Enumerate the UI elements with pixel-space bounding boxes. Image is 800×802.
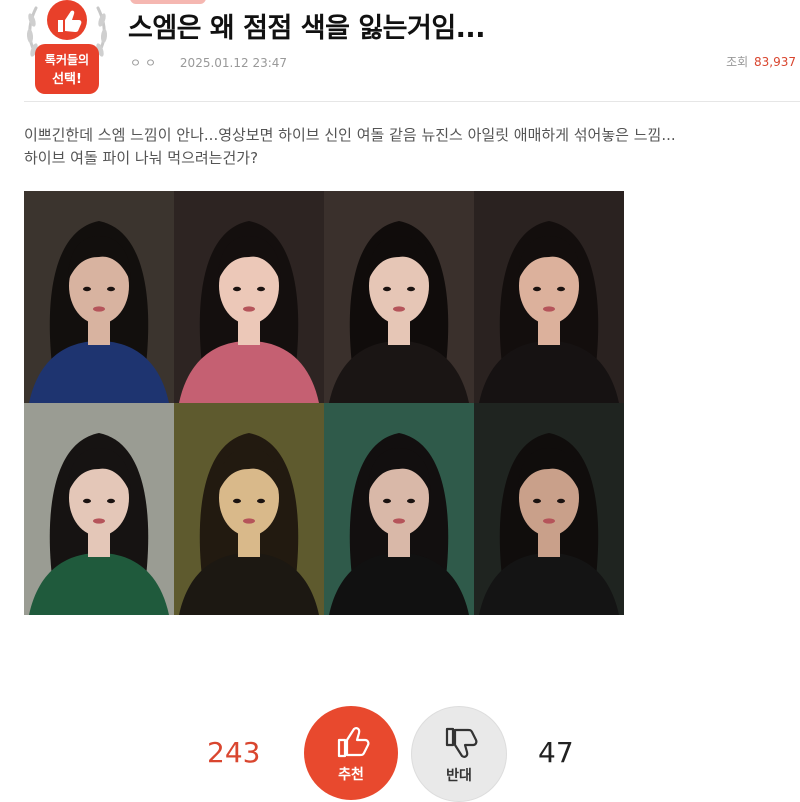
upvote-count: 243 [207, 736, 261, 769]
photo-5[interactable] [24, 403, 174, 615]
post-body-line-2: 하이브 여돌 파이 나눠 먹으려는건가? [24, 149, 259, 167]
post-views: 조회 83,937 [726, 53, 796, 70]
downvote-count: 47 [538, 736, 574, 769]
views-label: 조회 [726, 55, 749, 69]
upvote-button[interactable]: 추천 [304, 706, 398, 800]
photo-4[interactable] [474, 191, 624, 403]
upvote-label: 추천 [338, 767, 364, 783]
photo-3[interactable] [324, 191, 474, 403]
downvote-button[interactable]: 반대 [411, 706, 507, 802]
photo-collage[interactable] [24, 191, 624, 615]
talkers-choice-badge: 톡커들의 선택! [22, 0, 112, 98]
downvote-label: 반대 [446, 768, 472, 784]
photo-1[interactable] [24, 191, 174, 403]
views-count: 83,937 [754, 55, 796, 69]
post-author[interactable]: ㅇㅇ [130, 56, 160, 70]
post-meta: ㅇㅇ 2025.01.12 23:47 [130, 54, 287, 71]
header-accent-strip [130, 0, 206, 4]
post-body: 이쁘긴한데 스엠 느낌이 안나...영상보면 하이브 신인 여돌 같음 뉴진스 … [24, 124, 800, 170]
post-body-line-1: 이쁘긴한데 스엠 느낌이 안나...영상보면 하이브 신인 여돌 같음 뉴진스 … [24, 126, 676, 144]
photo-2[interactable] [174, 191, 324, 403]
badge-line1: 톡커들의 [45, 52, 89, 67]
header-divider [24, 101, 800, 102]
photo-8[interactable] [474, 403, 624, 615]
badge-line2: 선택! [52, 71, 82, 87]
thumbs-up-icon [337, 727, 370, 758]
photo-6[interactable] [174, 403, 324, 615]
thumbs-down-icon [445, 727, 478, 758]
post-title: 스엠은 왜 점점 색을 잃는거임... [128, 13, 485, 44]
photo-7[interactable] [324, 403, 474, 615]
post-date: 2025.01.12 23:47 [179, 56, 288, 70]
